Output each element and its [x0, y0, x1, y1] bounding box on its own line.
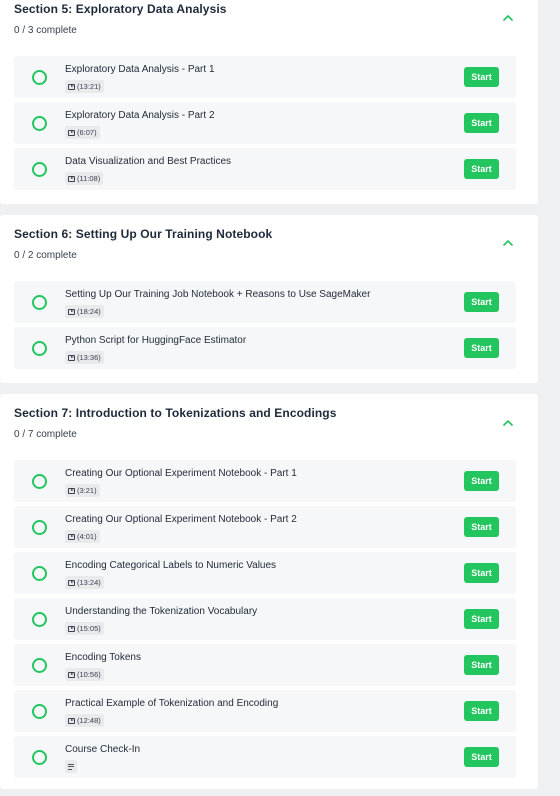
lesson-duration-badge: (6:07): [65, 126, 100, 139]
incomplete-circle-icon[interactable]: [32, 70, 47, 85]
video-icon: [68, 579, 75, 586]
lesson-row[interactable]: Creating Our Optional Experiment Noteboo…: [14, 460, 516, 502]
incomplete-circle-icon[interactable]: [32, 474, 47, 489]
lesson-duration-badge: (15:05): [65, 622, 104, 635]
section-card: Section 6: Setting Up Our Training Noteb…: [0, 215, 538, 383]
start-button[interactable]: Start: [464, 471, 499, 491]
lesson-duration: (13:21): [77, 82, 101, 91]
video-icon: [68, 308, 75, 315]
lesson-title[interactable]: Practical Example of Tokenization and En…: [65, 698, 278, 709]
video-icon: [68, 175, 75, 182]
lesson-title[interactable]: Setting Up Our Training Job Notebook + R…: [65, 289, 370, 300]
lesson-title[interactable]: Course Check-In: [65, 744, 140, 755]
incomplete-circle-icon[interactable]: [32, 704, 47, 719]
incomplete-circle-icon[interactable]: [32, 612, 47, 627]
lesson-row[interactable]: Encoding Tokens (10:56) Start: [14, 644, 516, 686]
lesson-duration: (13:24): [77, 578, 101, 587]
incomplete-circle-icon[interactable]: [32, 341, 47, 356]
lesson-duration: (3:21): [77, 486, 97, 495]
lesson-duration-badge: (4:01): [65, 530, 100, 543]
lesson-duration-badge: (3:21): [65, 484, 100, 497]
start-button[interactable]: Start: [464, 655, 499, 675]
section-title: Section 6: Setting Up Our Training Noteb…: [14, 227, 273, 241]
lesson-duration: (15:05): [77, 624, 101, 633]
lesson-duration-badge: (18:24): [65, 305, 104, 318]
lesson-duration: (12:48): [77, 716, 101, 725]
lesson-row[interactable]: Data Visualization and Best Practices (1…: [14, 148, 516, 190]
chevron-up-icon[interactable]: [501, 418, 515, 428]
lesson-row[interactable]: Understanding the Tokenization Vocabular…: [14, 598, 516, 640]
lesson-row[interactable]: Exploratory Data Analysis - Part 1 (13:2…: [14, 56, 516, 98]
video-icon: [68, 533, 75, 540]
lesson-row[interactable]: Encoding Categorical Labels to Numeric V…: [14, 552, 516, 594]
lesson-title[interactable]: Exploratory Data Analysis - Part 2: [65, 110, 215, 121]
lesson-title[interactable]: Encoding Tokens: [65, 652, 141, 663]
incomplete-circle-icon[interactable]: [32, 566, 47, 581]
video-icon: [68, 717, 75, 724]
lesson-title[interactable]: Encoding Categorical Labels to Numeric V…: [65, 560, 276, 571]
lesson-title[interactable]: Creating Our Optional Experiment Noteboo…: [65, 468, 297, 479]
lesson-duration-badge: (13:36): [65, 351, 104, 364]
start-button[interactable]: Start: [464, 701, 499, 721]
lesson-duration: (11:08): [77, 174, 101, 183]
lesson-title[interactable]: Creating Our Optional Experiment Noteboo…: [65, 514, 297, 525]
start-button[interactable]: Start: [464, 517, 499, 537]
incomplete-circle-icon[interactable]: [32, 520, 47, 535]
start-button[interactable]: Start: [464, 159, 499, 179]
section-card: Section 7: Introduction to Tokenizations…: [0, 394, 538, 789]
lesson-row[interactable]: Practical Example of Tokenization and En…: [14, 690, 516, 732]
start-button[interactable]: Start: [464, 67, 499, 87]
lesson-title[interactable]: Python Script for HuggingFace Estimator: [65, 335, 246, 346]
start-button[interactable]: Start: [464, 113, 499, 133]
incomplete-circle-icon[interactable]: [32, 295, 47, 310]
video-icon: [68, 129, 75, 136]
lesson-duration-badge: (10:56): [65, 668, 104, 681]
incomplete-circle-icon[interactable]: [32, 750, 47, 765]
start-button[interactable]: Start: [464, 292, 499, 312]
start-button[interactable]: Start: [464, 338, 499, 358]
lesson-row[interactable]: Course Check-In Start: [14, 736, 516, 778]
lesson-row[interactable]: Exploratory Data Analysis - Part 2 (6:07…: [14, 102, 516, 144]
chevron-up-icon[interactable]: [501, 238, 515, 248]
section-progress: 0 / 2 complete: [14, 250, 77, 261]
lesson-duration: (10:56): [77, 670, 101, 679]
section-progress: 0 / 3 complete: [14, 25, 77, 36]
video-icon: [68, 354, 75, 361]
section-card: Section 5: Exploratory Data Analysis 0 /…: [0, 0, 538, 204]
section-title: Section 7: Introduction to Tokenizations…: [14, 406, 337, 420]
section-title: Section 5: Exploratory Data Analysis: [14, 2, 227, 16]
lesson-row[interactable]: Setting Up Our Training Job Notebook + R…: [14, 281, 516, 323]
start-button[interactable]: Start: [464, 747, 499, 767]
lesson-duration-badge: (13:24): [65, 576, 104, 589]
lesson-type-badge: [65, 760, 77, 773]
video-icon: [68, 625, 75, 632]
video-icon: [68, 487, 75, 494]
start-button[interactable]: Start: [464, 563, 499, 583]
chevron-up-icon[interactable]: [501, 13, 515, 23]
lesson-title[interactable]: Data Visualization and Best Practices: [65, 156, 231, 167]
incomplete-circle-icon[interactable]: [32, 162, 47, 177]
lesson-duration: (13:36): [77, 353, 101, 362]
video-icon: [68, 83, 75, 90]
video-icon: [68, 671, 75, 678]
lesson-duration-badge: (13:21): [65, 80, 104, 93]
lesson-row[interactable]: Python Script for HuggingFace Estimator …: [14, 327, 516, 369]
lesson-duration-badge: (11:08): [65, 172, 104, 185]
lesson-title[interactable]: Exploratory Data Analysis - Part 1: [65, 64, 215, 75]
lesson-title[interactable]: Understanding the Tokenization Vocabular…: [65, 606, 257, 617]
section-progress: 0 / 7 complete: [14, 429, 77, 440]
incomplete-circle-icon[interactable]: [32, 116, 47, 131]
lesson-duration: (6:07): [77, 128, 97, 137]
lesson-duration-badge: (12:48): [65, 714, 104, 727]
lesson-duration: (4:01): [77, 532, 97, 541]
start-button[interactable]: Start: [464, 609, 499, 629]
lesson-row[interactable]: Creating Our Optional Experiment Noteboo…: [14, 506, 516, 548]
lesson-duration: (18:24): [77, 307, 101, 316]
text-lesson-icon: [68, 763, 74, 770]
incomplete-circle-icon[interactable]: [32, 658, 47, 673]
